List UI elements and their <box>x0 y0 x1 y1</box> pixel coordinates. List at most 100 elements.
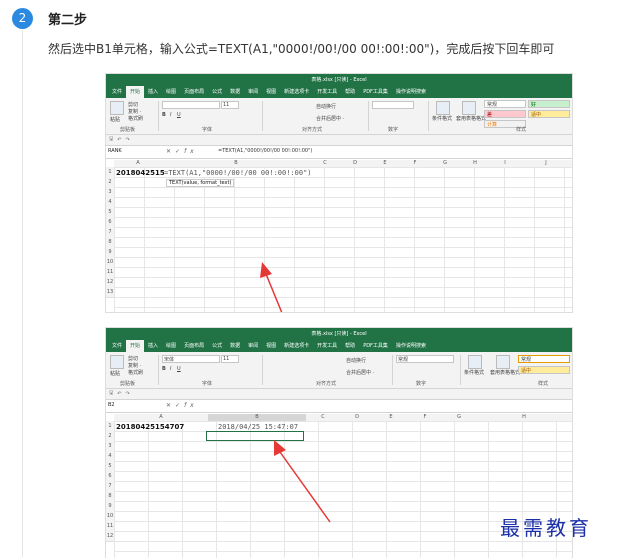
number-format-box[interactable] <box>372 101 414 109</box>
menu-item-pdf-tools[interactable]: PDF工具集 <box>359 86 392 98</box>
italic-button[interactable]: I <box>170 366 171 372</box>
menu-item-file[interactable]: 文件 <box>108 340 126 352</box>
bold-button[interactable]: B <box>162 112 166 118</box>
copy-button[interactable]: 复制 · <box>128 108 141 115</box>
merge-center-button[interactable]: 合并后居中 · <box>346 369 374 376</box>
menu-item-home[interactable]: 开始 <box>126 86 145 98</box>
style-suitable[interactable]: 适中 <box>528 110 570 118</box>
wrap-text-button[interactable]: 自动换行 <box>346 357 366 364</box>
menu-item-formulas[interactable]: 公式 <box>208 340 226 352</box>
cell-b1[interactable]: =TEXT(A1,"0000!/00!/00 00!:00!:00") <box>164 169 312 177</box>
table-format-icon[interactable] <box>462 101 476 115</box>
worksheet-grid[interactable]: A B C D E F G H I J 1 2 3 4 5 6 7 8 9 10 11 12 13 20… <box>106 160 572 312</box>
menu-item-new-tab[interactable]: 新建选项卡 <box>280 340 313 352</box>
column-header-d[interactable]: D <box>340 414 375 421</box>
undo-icon[interactable]: ↶ <box>117 391 121 397</box>
menu-item-page-layout[interactable]: 页面布局 <box>180 86 208 98</box>
column-header-d[interactable]: D <box>340 160 371 167</box>
menu-item-draw[interactable]: 绘图 <box>162 86 180 98</box>
formula-bar-icons[interactable]: ✕✓fx <box>166 402 198 409</box>
column-header-g[interactable]: G <box>430 160 461 167</box>
menu-item-developer[interactable]: 开发工具 <box>313 86 341 98</box>
formula-input[interactable]: =TEXT(A1,"0000!/00!/00 00!:00!:00") <box>218 148 312 155</box>
style-normal[interactable]: 常规 <box>484 100 526 108</box>
menu-item-review[interactable]: 审阅 <box>244 86 262 98</box>
column-header-b[interactable]: B <box>162 160 311 167</box>
row-header[interactable]: 13 <box>106 287 114 298</box>
column-header-e[interactable]: E <box>374 414 409 421</box>
cell-area[interactable] <box>114 167 572 312</box>
column-header-c[interactable]: C <box>310 160 341 167</box>
style-good[interactable]: 好 <box>528 100 570 108</box>
format-painter-button[interactable]: 格式刷 <box>128 115 143 122</box>
font-size-box[interactable]: 11 <box>221 355 239 363</box>
menu-item-tell-me[interactable]: 操作说明搜索 <box>392 340 430 352</box>
number-format-box[interactable]: 常规 <box>396 355 454 363</box>
column-header-e[interactable]: E <box>370 160 401 167</box>
column-header-b[interactable]: B <box>208 414 307 421</box>
cell-a1[interactable]: 20180425154707 <box>116 423 184 431</box>
menu-item-formulas[interactable]: 公式 <box>208 86 226 98</box>
column-header-h[interactable]: H <box>476 414 572 421</box>
menu-item-pdf-tools[interactable]: PDF工具集 <box>359 340 392 352</box>
menu-item-home[interactable]: 开始 <box>126 340 145 352</box>
conditional-format-icon[interactable] <box>436 101 450 115</box>
undo-icon[interactable]: ↶ <box>117 137 121 143</box>
table-format-button[interactable]: 套用表格格式 <box>456 115 486 122</box>
name-box[interactable]: RANK <box>108 148 148 155</box>
column-header-f[interactable]: F <box>400 160 431 167</box>
save-icon[interactable]: 🖫 <box>109 390 113 398</box>
underline-button[interactable]: U <box>177 366 181 372</box>
redo-icon[interactable]: ↷ <box>125 391 129 397</box>
font-name-box[interactable] <box>162 101 220 109</box>
menu-item-insert[interactable]: 插入 <box>144 340 162 352</box>
save-icon[interactable]: 🖫 <box>109 136 113 144</box>
style-bad[interactable]: 差 <box>484 110 526 118</box>
formula-bar-icons[interactable]: ✕✓fx <box>166 148 198 155</box>
style-normal[interactable]: 常规 <box>518 355 570 363</box>
conditional-format-button[interactable]: 条件格式 <box>464 369 484 376</box>
menu-item-view[interactable]: 视图 <box>262 86 280 98</box>
menu-item-data[interactable]: 数据 <box>226 86 244 98</box>
paste-icon[interactable] <box>110 101 124 115</box>
table-format-button[interactable]: 套用表格格式 <box>490 369 520 376</box>
column-header-j[interactable]: J <box>520 160 572 167</box>
menu-item-tell-me[interactable]: 操作说明搜索 <box>392 86 430 98</box>
cell-b1[interactable]: 2018/04/25 15:47:07 <box>218 423 298 431</box>
menu-item-draw[interactable]: 绘图 <box>162 340 180 352</box>
menu-item-view[interactable]: 视图 <box>262 340 280 352</box>
cut-button[interactable]: 剪切 <box>128 355 138 362</box>
cut-button[interactable]: 剪切 <box>128 101 138 108</box>
paste-icon[interactable] <box>110 355 124 369</box>
wrap-text-button[interactable]: 自动换行 <box>316 103 336 110</box>
menu-item-data[interactable]: 数据 <box>226 340 244 352</box>
table-format-icon[interactable] <box>496 355 510 369</box>
menu-item-page-layout[interactable]: 页面布局 <box>180 340 208 352</box>
redo-icon[interactable]: ↷ <box>125 137 129 143</box>
menu-item-help[interactable]: 帮助 <box>341 340 359 352</box>
bold-button[interactable]: B <box>162 366 166 372</box>
merge-center-button[interactable]: 合并后居中 · <box>316 115 344 122</box>
italic-button[interactable]: I <box>170 112 171 118</box>
column-header-c[interactable]: C <box>306 414 341 421</box>
conditional-format-icon[interactable] <box>468 355 482 369</box>
style-suitable[interactable]: 适中 <box>518 366 570 374</box>
column-header-a[interactable]: A <box>114 160 163 167</box>
conditional-format-button[interactable]: 条件格式 <box>432 115 452 122</box>
menu-item-insert[interactable]: 插入 <box>144 86 162 98</box>
font-name-box[interactable]: 宋体 <box>162 355 220 363</box>
format-painter-button[interactable]: 格式刷 <box>128 369 143 376</box>
name-box[interactable]: B2 <box>108 402 148 409</box>
column-header-i[interactable]: I <box>490 160 521 167</box>
menu-item-file[interactable]: 文件 <box>108 86 126 98</box>
column-header-h[interactable]: H <box>460 160 491 167</box>
font-size-box[interactable]: 11 <box>221 101 239 109</box>
copy-button[interactable]: 复制 · <box>128 362 141 369</box>
column-header-a[interactable]: A <box>114 414 209 421</box>
column-header-f[interactable]: F <box>408 414 443 421</box>
menu-item-help[interactable]: 帮助 <box>341 86 359 98</box>
underline-button[interactable]: U <box>177 112 181 118</box>
menu-item-developer[interactable]: 开发工具 <box>313 340 341 352</box>
column-header-g[interactable]: G <box>442 414 477 421</box>
menu-item-new-tab[interactable]: 新建选项卡 <box>280 86 313 98</box>
